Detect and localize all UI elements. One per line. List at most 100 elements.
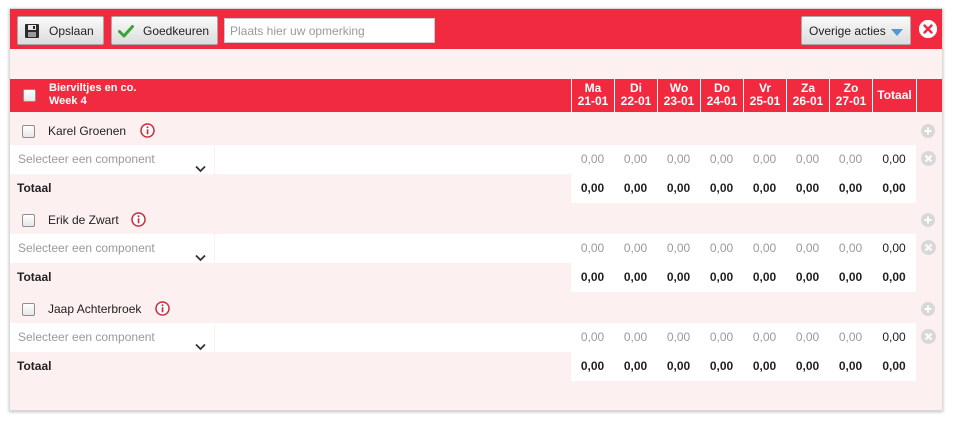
hour-value[interactable]: 0,00 [786,323,829,352]
other-actions-label: Overige acties [809,23,886,38]
component-row: Selecteer een component 0,00 0,00 0,00 0… [10,234,942,263]
remove-component-icon[interactable] [921,151,936,166]
info-icon[interactable] [140,123,155,138]
remove-component-icon[interactable] [921,240,936,255]
component-remark-cell[interactable] [215,234,571,263]
day-date: 22-01 [620,94,652,108]
day-total: 0,00 [752,181,777,195]
total-row-label: Totaal [17,359,52,373]
day-total: 0,00 [666,359,691,373]
hour-value[interactable]: 0,00 [829,323,872,352]
table-header: Bierviltjes en co. Week 4 Ma 21-01 Di 22… [10,79,942,112]
header-total: Totaal [872,79,916,112]
component-remark-cell[interactable] [215,145,571,174]
select-all-checkbox[interactable] [23,89,36,102]
day-date: 27-01 [835,94,867,108]
day-total: 0,00 [623,359,648,373]
component-select[interactable]: Selecteer een component [18,323,214,352]
component-total: 0,00 [882,330,906,344]
total-header-label: Totaal [877,88,912,102]
hour-value[interactable]: 0,00 [700,323,743,352]
hour-value[interactable]: 0,00 [657,145,700,174]
employee-checkbox[interactable] [22,303,35,316]
day-total: 0,00 [580,181,605,195]
day-date: 25-01 [749,94,781,108]
day-total: 0,00 [623,181,648,195]
day-date: 21-01 [577,94,609,108]
hour-value[interactable]: 0,00 [571,145,614,174]
week-label: Week 4 [49,95,87,107]
employee-row: Erik de Zwart [10,205,942,235]
remove-component-icon[interactable] [921,329,936,344]
employee-name: Erik de Zwart [48,213,119,227]
day-total: 0,00 [752,270,777,284]
day-total: 0,00 [666,270,691,284]
close-icon[interactable] [919,20,937,38]
total-row: Totaal 0,00 0,00 0,00 0,00 0,00 0,00 0,0… [10,352,942,381]
add-component-icon[interactable] [921,213,935,227]
info-icon[interactable] [131,212,146,227]
other-actions-dropdown[interactable]: Overige acties [801,16,911,45]
hour-value[interactable]: 0,00 [657,323,700,352]
day-total: 0,00 [580,359,605,373]
total-row-label: Totaal [17,270,52,284]
component-select[interactable]: Selecteer een component [18,145,214,174]
component-select-placeholder: Selecteer een component [18,241,155,255]
hour-value[interactable]: 0,00 [700,234,743,263]
employee-name: Jaap Achterbroek [48,302,142,316]
day-total: 0,00 [580,270,605,284]
approve-button-label: Goedkeuren [143,23,210,38]
employee-checkbox[interactable] [22,125,35,138]
add-component-icon[interactable] [921,302,935,316]
hour-value[interactable]: 0,00 [743,323,786,352]
hour-value[interactable]: 0,00 [614,234,657,263]
toolbar: Opslaan Goedkeuren Overige acties [10,9,942,49]
header-spacer [916,79,942,112]
dropdown-arrow-icon [890,26,904,40]
header-day-1: Di 22-01 [614,79,657,112]
component-select-placeholder: Selecteer een component [18,152,155,166]
component-select[interactable]: Selecteer een component [18,234,214,263]
day-date: 23-01 [663,94,695,108]
day-date: 26-01 [792,94,824,108]
hour-value[interactable]: 0,00 [829,145,872,174]
hour-value[interactable]: 0,00 [743,145,786,174]
hour-value[interactable]: 0,00 [614,145,657,174]
component-remark-cell[interactable] [215,323,571,352]
header-day-3: Do 24-01 [700,79,743,112]
day-total: 0,00 [838,181,863,195]
grand-total: 0,00 [882,359,906,373]
hour-value[interactable]: 0,00 [786,145,829,174]
header-day-5: Za 26-01 [786,79,829,112]
header-title: Bierviltjes en co. Week 4 [49,82,136,108]
company-name: Bierviltjes en co. [49,82,137,94]
day-date: 24-01 [706,94,738,108]
approve-button[interactable]: Goedkeuren [111,16,218,45]
hour-value[interactable]: 0,00 [571,234,614,263]
remark-input[interactable] [224,18,435,43]
total-row: Totaal 0,00 0,00 0,00 0,00 0,00 0,00 0,0… [10,263,942,292]
total-row-label: Totaal [17,181,52,195]
add-component-icon[interactable] [921,124,935,138]
day-total: 0,00 [795,270,820,284]
info-icon[interactable] [155,301,170,316]
day-total: 0,00 [752,359,777,373]
day-total: 0,00 [666,181,691,195]
component-total: 0,00 [882,241,906,255]
component-row: Selecteer een component 0,00 0,00 0,00 0… [10,145,942,174]
hour-value[interactable]: 0,00 [786,234,829,263]
hour-value[interactable]: 0,00 [743,234,786,263]
hour-value[interactable]: 0,00 [657,234,700,263]
hour-value[interactable]: 0,00 [829,234,872,263]
timesheet-panel: Opslaan Goedkeuren Overige acties [9,8,943,411]
hour-value[interactable]: 0,00 [614,323,657,352]
day-total: 0,00 [795,181,820,195]
hour-value[interactable]: 0,00 [571,323,614,352]
day-total: 0,00 [709,181,734,195]
grand-total: 0,00 [882,270,906,284]
save-button[interactable]: Opslaan [17,16,104,45]
day-total: 0,00 [838,359,863,373]
employee-checkbox[interactable] [22,214,35,227]
floppy-disk-icon [24,23,40,39]
hour-value[interactable]: 0,00 [700,145,743,174]
